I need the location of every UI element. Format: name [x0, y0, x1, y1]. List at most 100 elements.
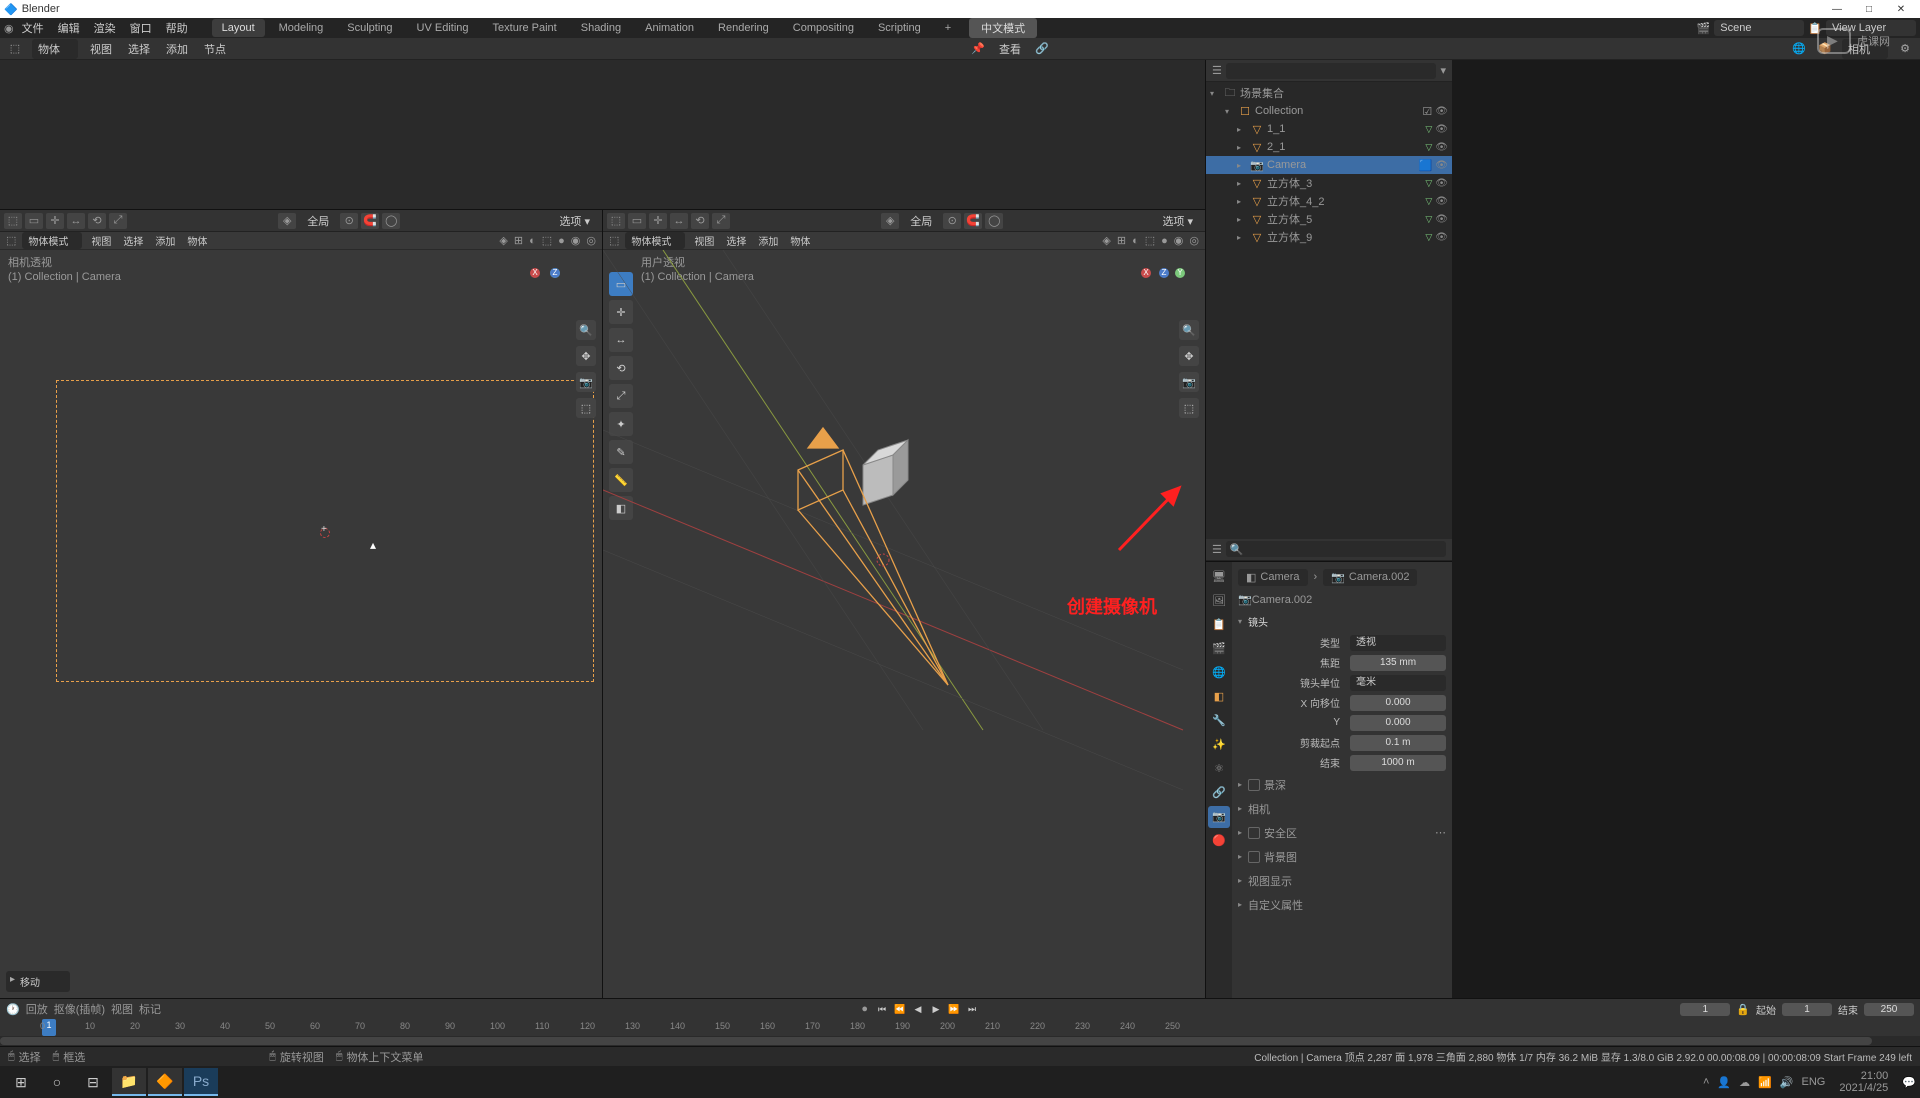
tray-cloud-icon[interactable]: ☁ [1739, 1076, 1750, 1089]
tab-material-icon[interactable]: 🔴 [1208, 830, 1230, 852]
nav-gizmo[interactable]: Y X Z [530, 268, 580, 318]
keyframe-next-icon[interactable]: ⏩ [946, 1002, 962, 1016]
editor-icon[interactable]: ⬚ [6, 234, 16, 247]
annotate-tool-icon[interactable]: ✎ [609, 440, 633, 464]
viewlayer-field[interactable]: View Layer [1826, 20, 1916, 36]
unit-dropdown[interactable]: 毫米 [1350, 675, 1446, 691]
menu-render[interactable]: 渲染 [88, 18, 122, 38]
section-lens[interactable]: 镜头 [1238, 611, 1446, 632]
timeline-track[interactable]: 1 01020304050607080901001101201301401501… [0, 1019, 1920, 1036]
editor-type-icon[interactable]: ⬚ [607, 213, 625, 229]
menu-icon[interactable]: ⋯ [1435, 826, 1446, 839]
options-label[interactable]: 选项 ▾ [551, 213, 598, 229]
type-dropdown[interactable]: 透视 [1350, 635, 1446, 651]
rotate-tool-icon[interactable]: ⟲ [609, 356, 633, 380]
end-frame-field[interactable]: 250 [1864, 1003, 1914, 1016]
tl-view[interactable]: 视图 [111, 1001, 133, 1017]
close-button[interactable]: ✕ [1886, 1, 1916, 17]
vp-left-canvas[interactable]: 相机透视 (1) Collection | Camera ▴ Y X Z 🔍 ✥ [0, 250, 602, 998]
tab-viewlayer-icon[interactable]: 📋 [1208, 614, 1230, 636]
scale-icon[interactable]: ⤢ [712, 213, 730, 229]
tab-layout[interactable]: Layout [212, 19, 265, 37]
last-op-panel[interactable]: 移动 [6, 971, 70, 992]
tray-people-icon[interactable]: 👤 [1717, 1076, 1731, 1089]
xray-icon[interactable]: ◐ [1132, 235, 1139, 247]
jump-end-icon[interactable]: ⏭ [964, 1002, 980, 1016]
section-bg[interactable]: 背景图 [1238, 846, 1446, 868]
clipstart-field[interactable]: 0.1 m [1350, 735, 1446, 751]
section-camera[interactable]: 相机 [1238, 798, 1446, 820]
scale-tool-icon[interactable]: ⤢ [609, 384, 633, 408]
pivot-icon[interactable]: ⊙ [943, 213, 961, 229]
mode-dropdown[interactable]: 物体模式 [22, 232, 82, 249]
taskbar-ps-icon[interactable]: Ps [184, 1068, 218, 1096]
zoom-icon[interactable]: 🔍 [576, 320, 596, 340]
tab-render-icon[interactable]: 🖥 [1208, 566, 1230, 588]
move-icon[interactable]: ↔ [67, 213, 85, 229]
gizmo-toggle-icon[interactable]: ◈ [1102, 234, 1110, 247]
editor-icon[interactable]: ⬚ [609, 234, 619, 247]
orientation-mode[interactable]: 全局 [299, 213, 337, 229]
overlay-toggle-icon[interactable]: ⊞ [514, 234, 523, 247]
tab-constraint-icon[interactable]: 🔗 [1208, 782, 1230, 804]
orientation-icon[interactable]: ◈ [881, 213, 899, 229]
keyframe-prev-icon[interactable]: ⏪ [892, 1002, 908, 1016]
cursor-icon[interactable]: ✛ [46, 213, 64, 229]
tl-keying[interactable]: 抠像(插帧) [54, 1001, 105, 1017]
vp-add[interactable]: 添加 [755, 233, 781, 248]
menu-edit[interactable]: 编辑 [52, 18, 86, 38]
tab-data-icon[interactable]: 📷 [1208, 806, 1230, 828]
nh-add[interactable]: 添加 [162, 41, 192, 57]
world-icon[interactable]: 🌐 [1790, 40, 1808, 58]
slot-dropdown[interactable]: 相机 [1842, 39, 1888, 59]
search-button[interactable]: ○ [40, 1068, 74, 1096]
start-frame-field[interactable]: 1 [1782, 1003, 1832, 1016]
dataname-field[interactable]: 📷Camera.002 [1238, 593, 1446, 606]
proportional-icon[interactable]: ◯ [382, 213, 400, 229]
clipend-field[interactable]: 1000 m [1350, 755, 1446, 771]
measure-tool-icon[interactable]: 📏 [609, 468, 633, 492]
select-box-icon[interactable]: ▭ [25, 213, 43, 229]
move-view-icon[interactable]: ✥ [576, 346, 596, 366]
cursor-icon[interactable]: ✛ [649, 213, 667, 229]
tab-object-icon[interactable]: ◧ [1208, 686, 1230, 708]
tab-add[interactable]: + [935, 19, 961, 37]
vp-add[interactable]: 添加 [152, 233, 178, 248]
render-icon[interactable]: ◎ [586, 234, 596, 247]
vp-object[interactable]: 物体 [184, 233, 210, 248]
select-tool-icon[interactable]: ▭ [609, 272, 633, 296]
tab-world-icon[interactable]: 🌐 [1208, 662, 1230, 684]
matprev-icon[interactable]: ◉ [571, 234, 581, 247]
link-icon[interactable]: 🔗 [1033, 40, 1051, 58]
vp-object[interactable]: 物体 [787, 233, 813, 248]
autokey-icon[interactable]: ● [861, 1003, 868, 1015]
section-custom[interactable]: 自定义属性 [1238, 894, 1446, 916]
gizmo-toggle-icon[interactable]: ◈ [499, 234, 507, 247]
overlay-toggle-icon[interactable]: ⊞ [1117, 234, 1126, 247]
taskbar-clock[interactable]: 21:00 2021/4/25 [1833, 1070, 1894, 1094]
box-icon[interactable]: 📦 [1816, 40, 1834, 58]
section-display[interactable]: 视图显示 [1238, 870, 1446, 892]
tab-output-icon[interactable]: 🖼 [1208, 590, 1230, 612]
tab-modifier-icon[interactable]: 🔧 [1208, 710, 1230, 732]
menu-window[interactable]: 窗口 [124, 18, 158, 38]
tab-modeling[interactable]: Modeling [269, 19, 334, 37]
breadcrumb-object[interactable]: ◧Camera [1238, 569, 1308, 586]
rotate-icon[interactable]: ⟲ [88, 213, 106, 229]
orientation-mode[interactable]: 全局 [902, 213, 940, 229]
jump-start-icon[interactable]: ⏮ [874, 1002, 890, 1016]
tray-up-icon[interactable]: ˄ [1703, 1076, 1709, 1088]
shifty-field[interactable]: 0.000 [1350, 715, 1446, 731]
options-icon[interactable]: ⚙ [1896, 40, 1914, 58]
tab-shading[interactable]: Shading [571, 19, 631, 37]
rotate-icon[interactable]: ⟲ [691, 213, 709, 229]
props-search[interactable]: 🔍 [1226, 541, 1446, 557]
play-reverse-icon[interactable]: ◀ [910, 1002, 926, 1016]
orientation-icon[interactable]: ◈ [278, 213, 296, 229]
persp-icon[interactable]: ⬚ [576, 398, 596, 418]
snap-icon[interactable]: 🧲 [964, 213, 982, 229]
nh-select[interactable]: 选择 [124, 41, 154, 57]
minimize-button[interactable]: — [1822, 1, 1852, 17]
vp-select[interactable]: 选择 [723, 233, 749, 248]
tab-rendering[interactable]: Rendering [708, 19, 779, 37]
